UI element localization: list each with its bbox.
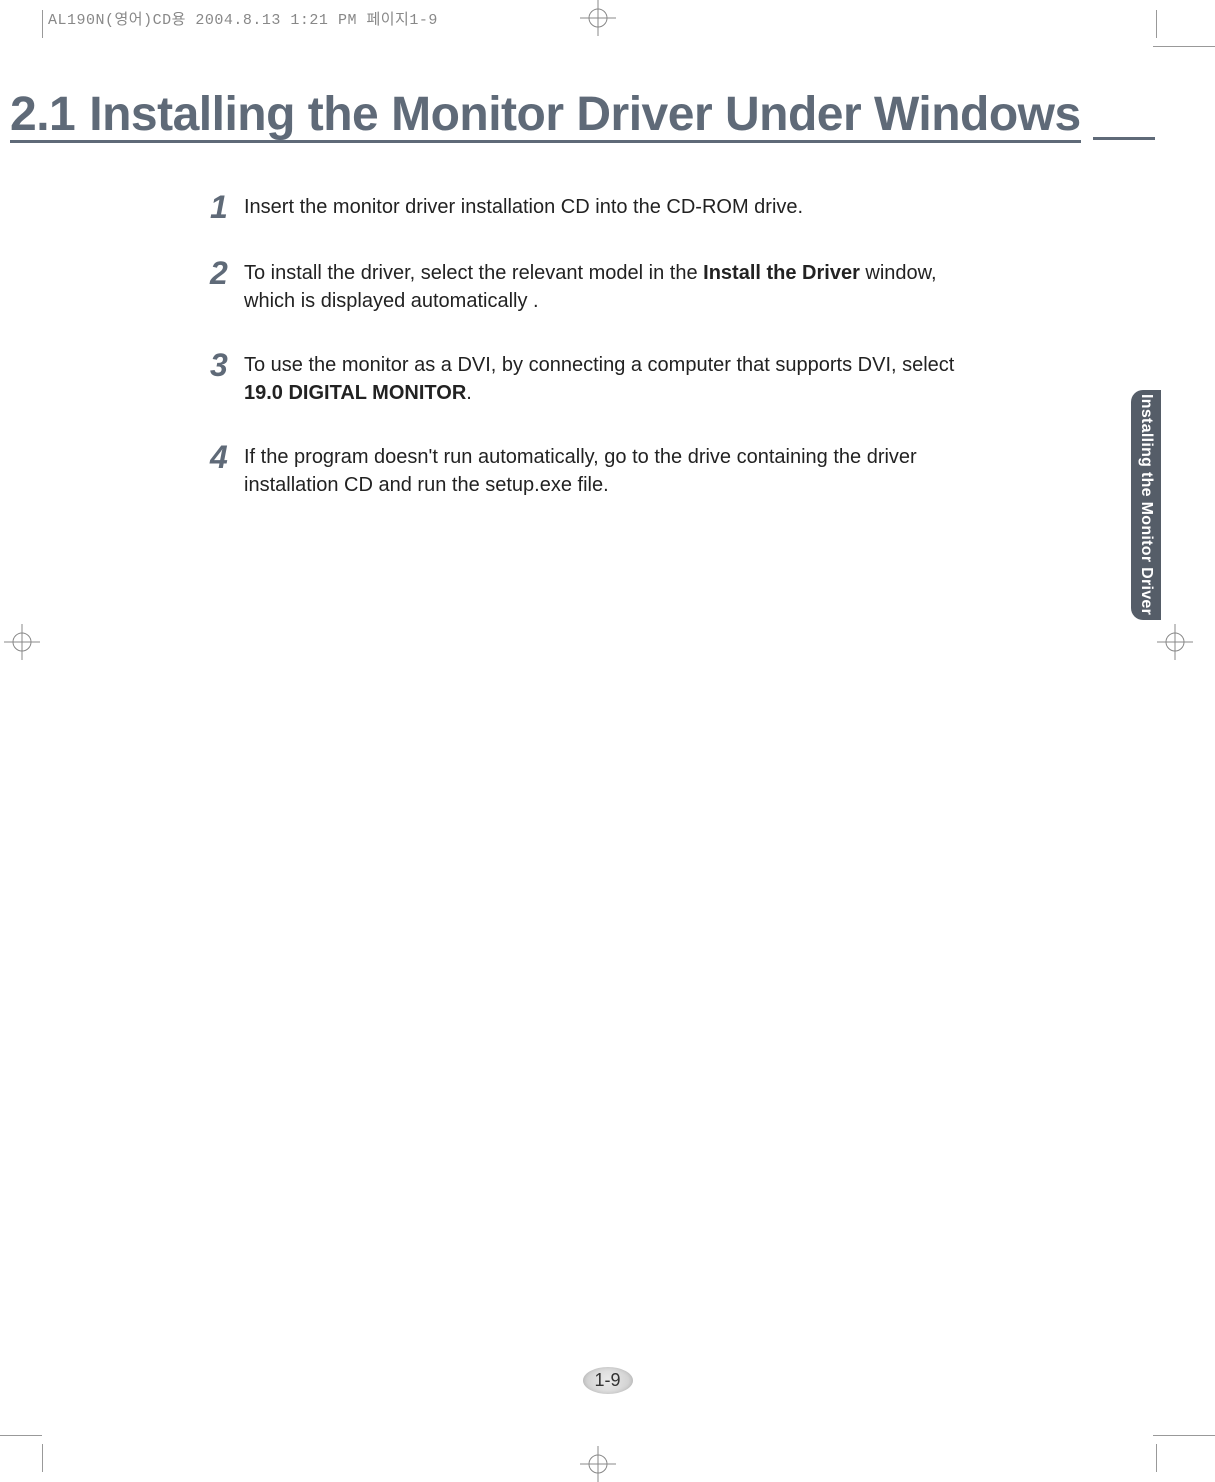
side-tab-label: Installing the Monitor Driver	[1137, 394, 1155, 615]
step-text-bold: Install the Driver	[703, 262, 860, 284]
step-text: To use the monitor as a DVI, by connecti…	[244, 351, 970, 407]
step-number: 3	[210, 349, 244, 381]
step-number: 2	[210, 257, 244, 289]
steps-list: 1 Insert the monitor driver installation…	[210, 193, 970, 499]
registration-mark-icon	[580, 0, 616, 36]
section-heading: 2.1Installing the Monitor Driver Under W…	[150, 90, 1155, 143]
step-text: Insert the monitor driver installation C…	[244, 193, 803, 221]
step-number: 1	[210, 191, 244, 223]
page-content: 2.1Installing the Monitor Driver Under W…	[150, 90, 1155, 1382]
step-text: To install the driver, select the releva…	[244, 259, 970, 315]
step-text-bold: 19.0 DIGITAL MONITOR	[244, 382, 466, 404]
step-text-pre: Insert the monitor driver installation C…	[244, 196, 803, 218]
heading-rule-right	[1093, 137, 1155, 140]
crop-mark	[1156, 10, 1157, 38]
registration-mark-icon	[580, 1446, 616, 1482]
heading-number: 2.1	[10, 88, 75, 141]
heading-title: Installing the Monitor Driver Under Wind…	[89, 88, 1080, 141]
registration-mark-icon	[1157, 624, 1193, 660]
step-text-pre: If the program doesn't run automatically…	[244, 446, 917, 496]
page-number: 1-9	[582, 1367, 632, 1394]
registration-mark-icon	[4, 624, 40, 660]
crop-mark	[0, 1435, 42, 1436]
crop-mark	[42, 10, 43, 38]
print-metadata-header: AL190N(영어)CD용 2004.8.13 1:21 PM 페이지1-9	[48, 8, 438, 29]
step-text: If the program doesn't run automatically…	[244, 443, 970, 499]
side-tab: Installing the Monitor Driver	[1131, 390, 1161, 620]
step-text-post: .	[466, 382, 472, 404]
step-number: 4	[210, 441, 244, 473]
crop-mark	[1156, 1444, 1157, 1472]
step-item: 4 If the program doesn't run automatical…	[210, 443, 970, 499]
step-text-pre: To use the monitor as a DVI, by connecti…	[244, 354, 954, 376]
crop-mark	[1153, 1435, 1215, 1436]
step-item: 1 Insert the monitor driver installation…	[210, 193, 970, 223]
step-item: 2 To install the driver, select the rele…	[210, 259, 970, 315]
crop-mark	[42, 1444, 43, 1472]
step-text-pre: To install the driver, select the releva…	[244, 262, 703, 284]
step-item: 3 To use the monitor as a DVI, by connec…	[210, 351, 970, 407]
heading-text: 2.1 Installing the Monitor Driver Under W…	[10, 90, 1081, 143]
crop-mark	[1153, 46, 1215, 47]
